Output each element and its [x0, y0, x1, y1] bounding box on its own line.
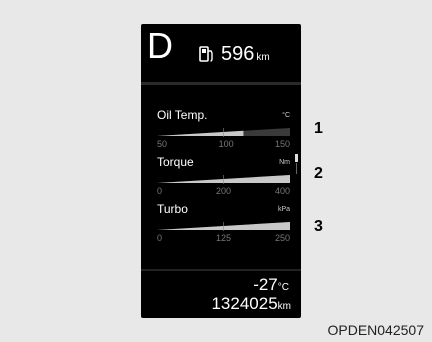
gauge-unit: Nm [279, 159, 290, 166]
gauge-tick: 250 [274, 233, 290, 243]
gauge-tick: 0 [157, 233, 163, 243]
gauge-tick: 100 [218, 139, 234, 149]
gauge-bar [157, 222, 290, 231]
outside-temperature-value: -27 [253, 275, 278, 294]
gauge-tick: 200 [215, 186, 232, 196]
gauge-fill [157, 130, 244, 136]
fuel-range-value: 596 [221, 43, 255, 65]
instrument-cluster-display: D 596 km Oil Temp. °C 50 100 150 Torque … [141, 24, 301, 318]
outside-temperature: -27°C [253, 276, 289, 296]
outside-temperature-unit: °C [277, 282, 289, 293]
gauge-bar [157, 128, 290, 137]
fuel-pump-icon [199, 46, 213, 62]
gauge-ticks: 0 200 400 [157, 186, 290, 196]
odometer-value: 1324025 [211, 294, 278, 313]
gauge-ticks: 0 125 250 [157, 233, 290, 243]
scroll-thumb [295, 154, 298, 162]
fuel-range: 596 km [199, 44, 270, 64]
gauge-bar [157, 175, 290, 184]
gauge-tick: 125 [215, 233, 232, 243]
oil-temp-gauge: Oil Temp. °C 50 100 150 [157, 108, 290, 152]
odometer: 1324025km [211, 295, 291, 315]
callout-1: 1 [314, 120, 323, 137]
gauge-label: Oil Temp. [157, 108, 208, 122]
top-divider [141, 82, 301, 85]
callout-3: 3 [314, 218, 323, 235]
odometer-unit: km [277, 301, 291, 312]
gauge-tick: 0 [157, 186, 163, 196]
torque-gauge: Torque Nm 0 200 400 [157, 155, 290, 199]
gauge-ticks: 50 100 150 [157, 139, 290, 149]
gauge-tick: 50 [157, 139, 168, 149]
bottom-divider [141, 269, 301, 271]
gauge-tick: 400 [274, 186, 290, 196]
gauge-tick: 150 [274, 139, 290, 149]
figure-code: OPDEN042507 [327, 322, 424, 338]
gear-indicator: D [147, 25, 173, 66]
fuel-range-unit: km [256, 52, 270, 63]
callout-2: 2 [314, 165, 323, 182]
scroll-track [296, 163, 297, 174]
gauge-unit: °C [282, 112, 290, 119]
turbo-gauge: Turbo kPa 0 125 250 [157, 202, 290, 246]
page-scroll-indicator [295, 154, 298, 174]
gauge-unit: kPa [277, 206, 290, 213]
gauge-label: Turbo [157, 202, 188, 216]
gauge-label: Torque [157, 155, 194, 169]
